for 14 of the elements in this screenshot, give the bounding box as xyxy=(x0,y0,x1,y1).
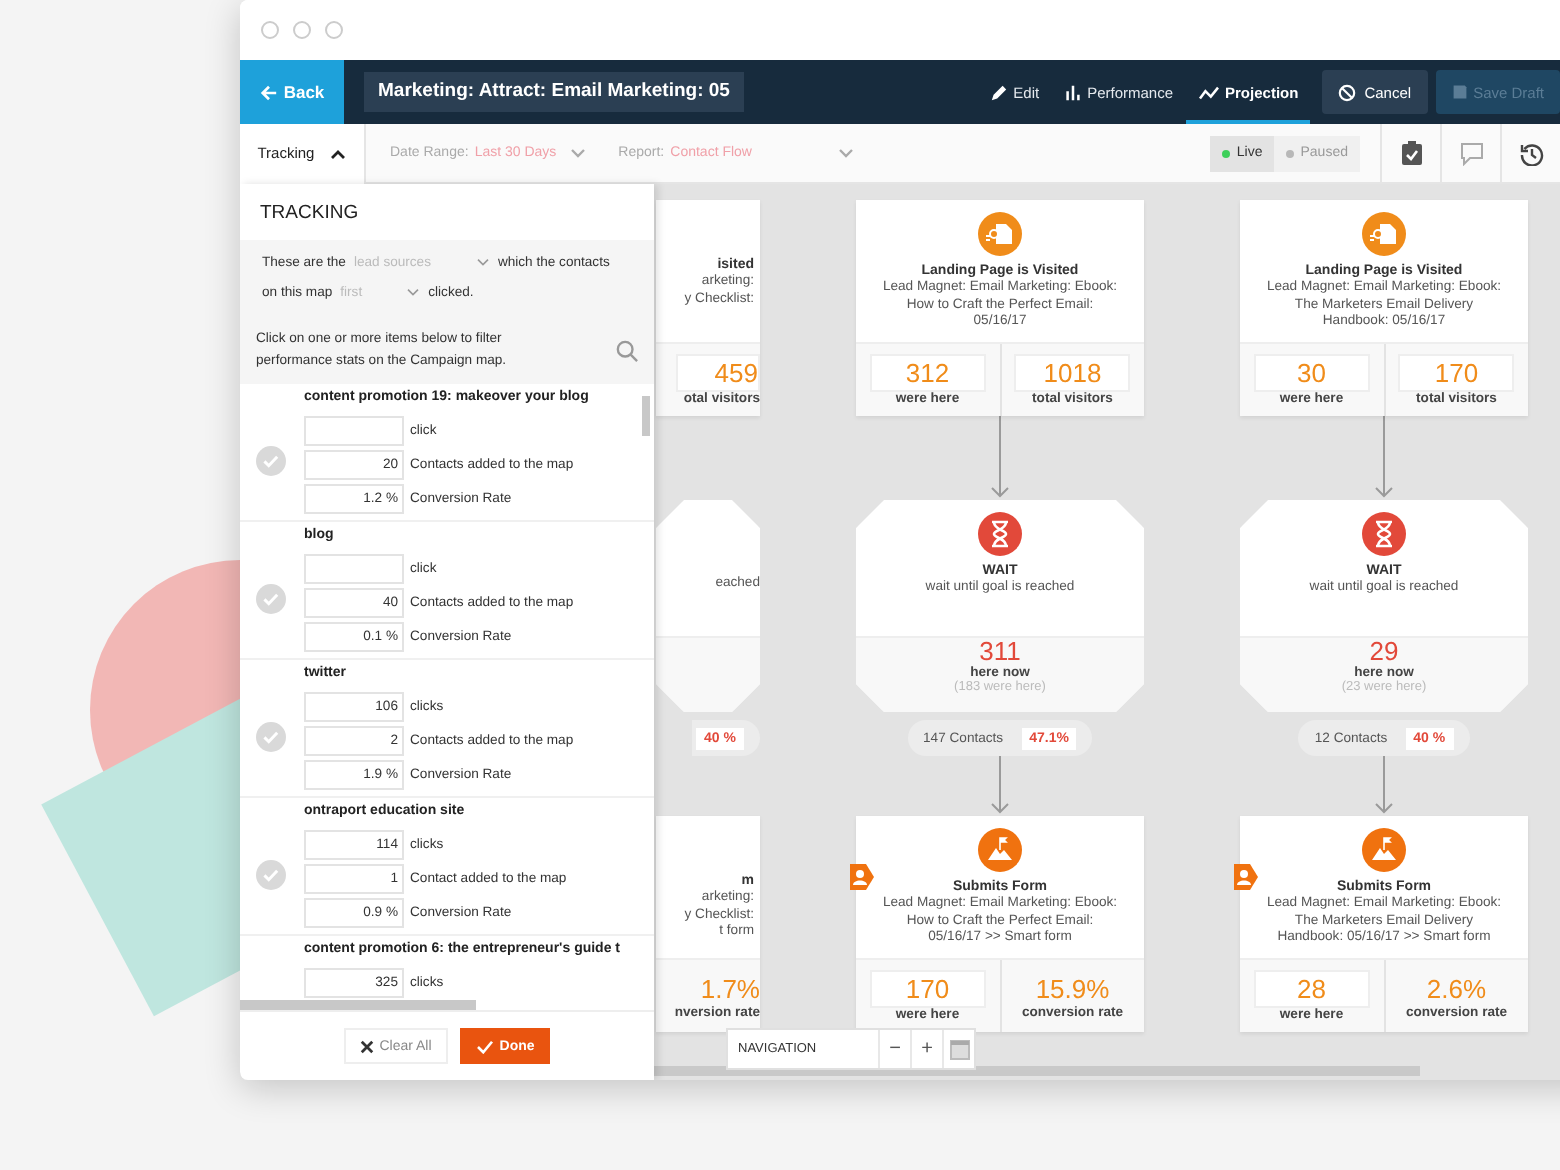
here-now-count: 29 xyxy=(1369,638,1399,666)
stat-value: 459 xyxy=(676,354,760,392)
stat-value: 312 xyxy=(869,354,986,392)
stat-value: 30 xyxy=(1253,354,1370,392)
stat-value: 1.7% xyxy=(700,972,760,1006)
stat-value: 1018 xyxy=(1014,354,1131,392)
panel-title: TRACKING xyxy=(258,200,361,228)
here-now-count: 311 xyxy=(979,638,1021,666)
stat-value: 2.6% xyxy=(1426,972,1487,1006)
stat-value: 15.9% xyxy=(1035,972,1110,1006)
stat-value: 170 xyxy=(1398,354,1515,392)
campaign-title-field[interactable]: Marketing: Attract: Email Marketing: 05 xyxy=(364,72,744,112)
stat-value: 28 xyxy=(1253,970,1370,1008)
stat-value: 170 xyxy=(869,970,986,1008)
